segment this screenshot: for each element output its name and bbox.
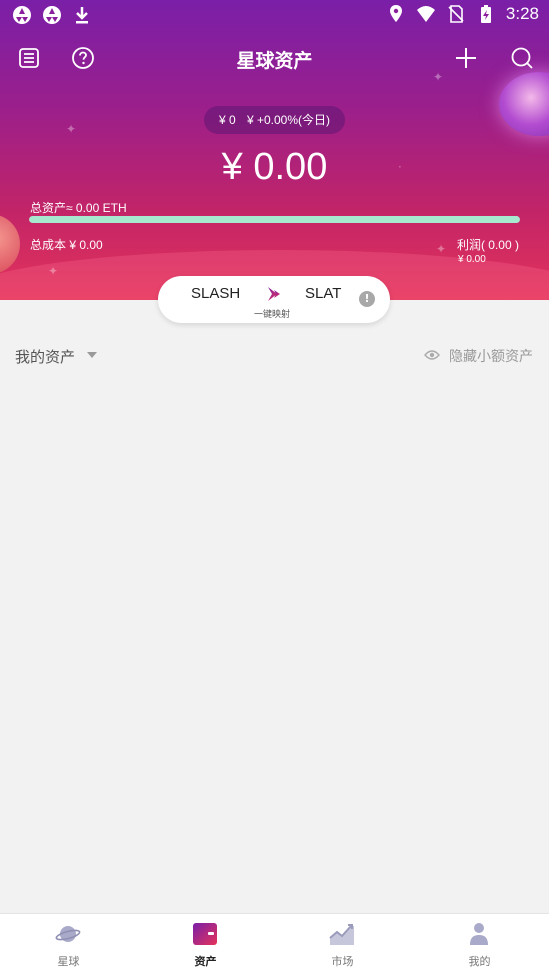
total-cost-label: 总成本 ¥ 0.00 xyxy=(30,238,103,252)
daily-change-pill: ¥ 0 ¥ +0.00%(今日) xyxy=(204,106,345,134)
total-amount: ¥ 0.00 xyxy=(221,146,328,188)
tab-mine[interactable]: 我的 xyxy=(411,914,548,976)
hide-small-assets-toggle[interactable]: 隐藏小额资产 xyxy=(449,346,533,366)
app-header: 星球资产 xyxy=(0,40,549,76)
assets-progress-bar xyxy=(29,216,520,223)
progress-fill xyxy=(29,216,520,223)
planet-decoration-left xyxy=(0,214,20,274)
wifi-icon xyxy=(416,6,435,22)
star-decoration: ✦ xyxy=(436,242,447,256)
planet-decoration xyxy=(499,72,549,136)
wallet-icon xyxy=(193,923,217,945)
tab-label: 我的 xyxy=(468,955,491,968)
one-click-mapping-button[interactable]: SLASH SLAT 一键映射 ! xyxy=(158,276,390,323)
plus-icon[interactable] xyxy=(454,46,478,70)
pill-value: ¥ 0 xyxy=(218,113,236,127)
person-icon xyxy=(470,923,488,945)
mapping-to-token: SLAT xyxy=(305,285,342,302)
tab-label: 资产 xyxy=(194,955,217,968)
profit-value: ¥ 0.00 xyxy=(458,254,486,265)
info-icon[interactable]: ! xyxy=(359,291,375,307)
my-assets-header: 我的资产 隐藏小额资产 xyxy=(0,340,549,370)
market-chart-icon xyxy=(329,924,354,945)
search-icon[interactable] xyxy=(510,46,534,70)
aperture-icon xyxy=(43,6,61,24)
pill-change: ¥ +0.00%(今日) xyxy=(246,113,331,127)
tab-label: 市场 xyxy=(331,955,354,968)
my-assets-title[interactable]: 我的资产 xyxy=(15,346,75,367)
tab-assets[interactable]: 资产 xyxy=(137,914,274,976)
tab-label: 星球 xyxy=(57,955,80,968)
location-icon xyxy=(389,5,402,22)
status-time: 3:28 xyxy=(505,4,539,23)
star-decoration: ✦ xyxy=(66,122,77,136)
eye-icon[interactable] xyxy=(424,349,440,361)
planet-icon xyxy=(55,926,81,942)
tab-market[interactable]: 市场 xyxy=(274,914,411,976)
tab-planet[interactable]: 星球 xyxy=(0,914,137,976)
download-icon xyxy=(76,7,88,24)
battery-charging-icon xyxy=(480,5,491,23)
star-decoration: ✦ xyxy=(48,264,59,278)
mapping-subtitle: 一键映射 xyxy=(253,310,290,320)
chevron-down-icon[interactable] xyxy=(87,352,97,358)
mapping-from-token: SLASH xyxy=(191,285,241,302)
no-sim-icon xyxy=(448,5,464,23)
status-bar: 3:28 xyxy=(0,0,549,32)
total-assets-label: 总资产≈ 0.00 ETH xyxy=(30,201,127,215)
bottom-tab-bar: 星球 资产 市场 我的 xyxy=(0,913,549,976)
profit-label: 利润( 0.00 ) xyxy=(456,238,519,252)
chevron-right-icon xyxy=(268,287,280,301)
aperture-icon xyxy=(13,6,31,24)
